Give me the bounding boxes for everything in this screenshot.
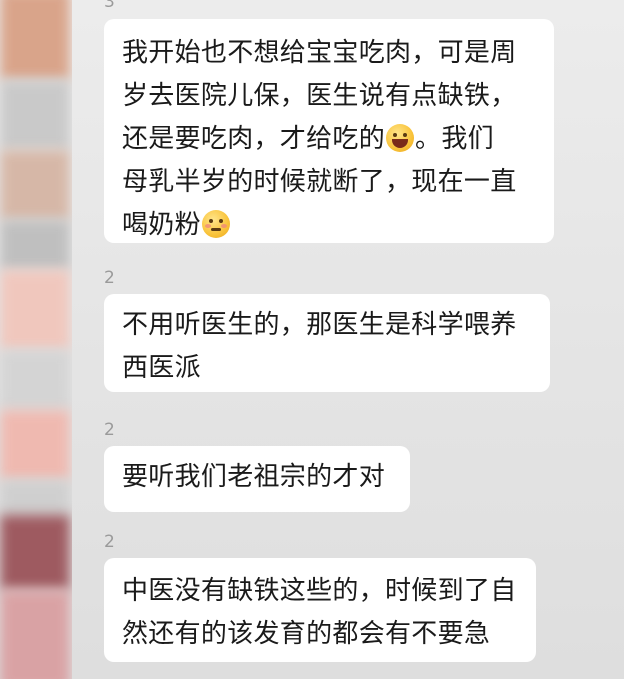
- message-line: 岁去医院儿保，医生说有点缺铁，: [122, 81, 517, 111]
- avatar[interactable]: [0, 150, 70, 220]
- message-bubble[interactable]: 不用听医生的，那医生是科学喂养 西医派: [104, 294, 550, 392]
- chat-screen: 3 我开始也不想给宝宝吃肉，可是周 岁去医院儿保，医生说有点缺铁， 还是要吃肉，…: [0, 0, 624, 679]
- message-line: 母乳半岁的时候就断了，现在一直: [122, 167, 517, 197]
- sender-tag: 3: [104, 0, 115, 12]
- avatar[interactable]: [0, 410, 70, 480]
- message-line: 要听我们老祖宗的才对: [122, 462, 386, 492]
- avatar[interactable]: [0, 480, 70, 520]
- avatar[interactable]: [0, 270, 70, 350]
- message-bubble[interactable]: 要听我们老祖宗的才对: [104, 446, 410, 512]
- laughing-face-icon: [386, 124, 415, 152]
- sender-tag: 2: [104, 420, 115, 440]
- avatar[interactable]: [0, 220, 70, 270]
- message-text: 。我们: [415, 124, 494, 154]
- message-bubble[interactable]: 中医没有缺铁这些的，时候到了自 然还有的该发育的都会有不要急: [104, 558, 536, 662]
- avatar[interactable]: [0, 80, 70, 150]
- avatar-column: [0, 0, 72, 679]
- message-line: 还是要吃肉，才给吃的 。我们: [122, 118, 554, 161]
- woozy-face-icon: [201, 210, 230, 238]
- avatar[interactable]: [0, 350, 70, 410]
- message-line: 我开始也不想给宝宝吃肉，可是周: [122, 38, 517, 68]
- message-bubble[interactable]: 我开始也不想给宝宝吃肉，可是周 岁去医院儿保，医生说有点缺铁， 还是要吃肉，才给…: [104, 19, 554, 243]
- avatar[interactable]: [0, 515, 70, 590]
- sender-tag: 2: [104, 532, 115, 552]
- message-line: 不用听医生的，那医生是科学喂养: [122, 310, 517, 340]
- message-line: 然还有的该发育的都会有不要急: [122, 619, 491, 649]
- message-line: 西医派: [122, 353, 201, 383]
- avatar[interactable]: [0, 590, 70, 679]
- avatar[interactable]: [0, 0, 70, 80]
- message-line: 喝奶粉: [122, 204, 554, 247]
- message-line: 中医没有缺铁这些的，时候到了自: [122, 576, 517, 606]
- message-text: 喝奶粉: [122, 210, 201, 240]
- message-text: 还是要吃肉，才给吃的: [122, 124, 386, 154]
- sender-tag: 2: [104, 268, 115, 288]
